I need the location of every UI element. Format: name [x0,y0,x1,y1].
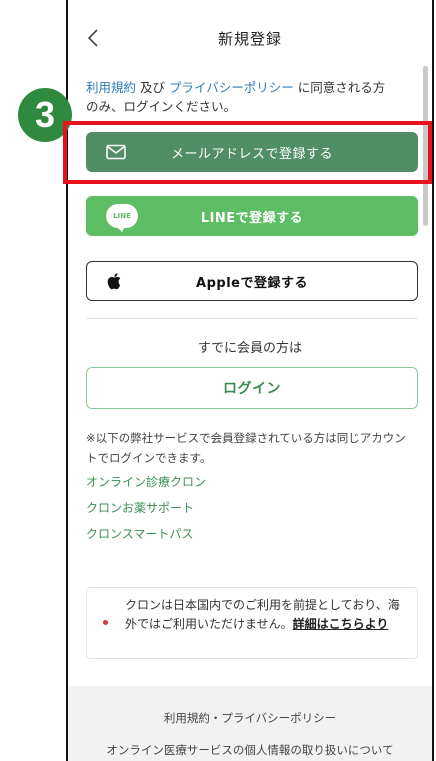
overseas-notice: クロンは日本国内でのご利用を前提としており、海外ではご利用いただけません。詳細は… [86,587,418,659]
footer-terms-privacy-link[interactable]: 利用規約・プライバシーポリシー [68,710,432,726]
register-email-button[interactable]: メールアドレスで登録する [86,132,418,172]
existing-member-text: すでに会員の方は [197,341,303,356]
apple-logo-icon [107,273,121,290]
terms-link[interactable]: 利用規約 [86,80,136,95]
footer-personal-info-link[interactable]: オンライン医療サービスの個人情報の取り扱いについて [68,742,432,758]
scrollbar[interactable] [423,66,428,226]
consent-text: 利用規約 及び プライバシーポリシー に同意される方のみ、ログインください。 [86,78,386,116]
shared-account-note: ※以下の弊社サービスで会員登録されている方は同じアカウントでログインできます。 [86,431,406,465]
consent-and: 及び [136,80,169,95]
register-apple-label: Appleで登録する [196,275,308,291]
login-label: ログイン [223,381,281,397]
service-link-online-clinic[interactable]: オンライン診療クロン [86,473,206,490]
register-email-label: メールアドレスで登録する [170,146,333,162]
line-logo-icon: LINE [106,204,138,232]
service-link-smart-pass[interactable]: クロンスマートパス [86,525,193,542]
header: 新規登録 [68,0,432,72]
service-link-medicine-support[interactable]: クロンお薬サポート [86,499,194,516]
notice-details-link[interactable]: 詳細はこちらより [293,617,389,631]
login-button[interactable]: ログイン [86,367,418,409]
divider [86,318,418,319]
line-badge-text: LINE [106,204,138,232]
mail-icon [106,144,126,160]
step-number-badge: 3 [18,88,72,142]
privacy-policy-link[interactable]: プライバシーポリシー [169,80,294,95]
page-title: 新規登録 [217,30,282,48]
notice-text: クロンは日本国内でのご利用を前提としており、海外ではご利用いただけません。詳細は… [125,596,410,634]
register-apple-button[interactable]: Appleで登録する [86,261,418,301]
register-line-button[interactable]: LINE LINEで登録する [86,196,418,236]
bullet-icon [103,620,108,625]
footer: 利用規約・プライバシーポリシー オンライン医療サービスの個人情報の取り扱いについ… [68,686,432,761]
phone-screen: 新規登録 利用規約 及び プライバシーポリシー に同意される方のみ、ログインくだ… [66,0,434,761]
